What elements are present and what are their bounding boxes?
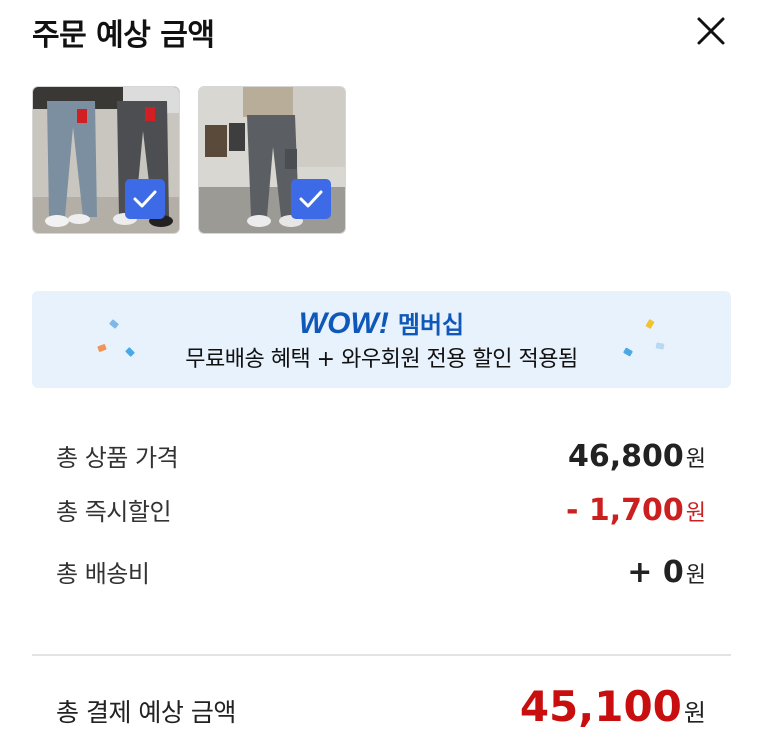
close-icon: [697, 17, 725, 45]
summary-row-shipping: 총 배송비 + 0원: [56, 554, 706, 590]
product-thumbnail[interactable]: [32, 86, 180, 234]
selected-checkbox[interactable]: [291, 179, 331, 219]
product-price-value: 46,800원: [567, 439, 706, 474]
close-button[interactable]: [690, 10, 732, 52]
wow-benefit-description: 무료배송 혜택 + 와우회원 전용 할인 적용됨: [185, 347, 578, 372]
divider: [32, 654, 731, 656]
checkmark-icon: [299, 190, 323, 208]
wow-logo: WOW!: [298, 307, 389, 340]
shipping-value: + 0원: [627, 555, 706, 590]
product-thumbnail[interactable]: [198, 86, 346, 234]
total-label: 총 결제 예상 금액: [56, 698, 236, 727]
product-price-label: 총 상품 가격: [56, 444, 179, 472]
total-row: 총 결제 예상 금액 45,100원: [56, 682, 706, 731]
selected-checkbox[interactable]: [125, 179, 165, 219]
shipping-label: 총 배송비: [56, 560, 150, 588]
wow-brand-title: WOW! 멤버십: [32, 305, 731, 341]
wow-membership-banner[interactable]: WOW! 멤버십 무료배송 혜택 + 와우회원 전용 할인 적용됨: [32, 291, 731, 388]
discount-label: 총 즉시할인: [56, 498, 172, 526]
order-estimate-sheet: 주문 예상 금액 WOW! 멤버십 무료배송 혜택 + 와우회원 전용 할인 적…: [0, 0, 763, 750]
total-value: 45,100원: [519, 682, 706, 731]
page-title: 주문 예상 금액: [32, 18, 215, 53]
discount-value: - 1,700원: [565, 493, 706, 528]
membership-label: 멤버십: [397, 311, 465, 339]
checkmark-icon: [133, 190, 157, 208]
product-thumbnail-list: [32, 86, 346, 234]
summary-row-product-price: 총 상품 가격 46,800원: [56, 438, 706, 474]
summary-row-discount: 총 즉시할인 - 1,700원: [56, 492, 706, 528]
